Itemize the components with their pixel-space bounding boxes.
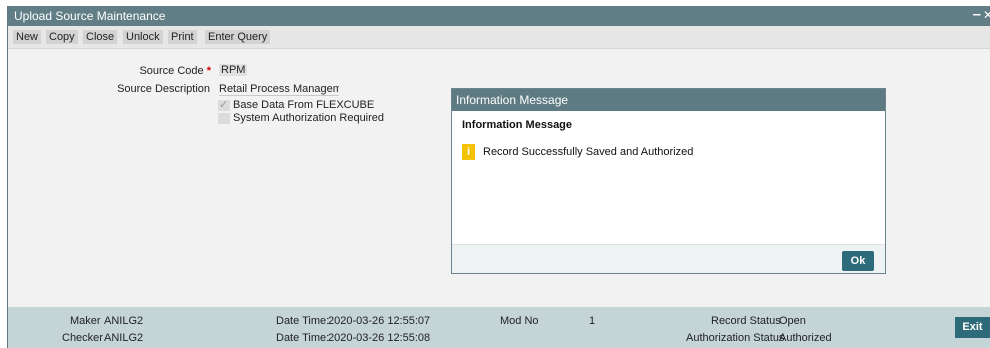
close-button[interactable]: Close [83, 30, 118, 44]
enter-query-button[interactable]: Enter Query [205, 30, 271, 44]
maker-datetime-value: 2020-03-26 12:55:07 [328, 315, 431, 327]
source-code-field[interactable]: RPM [219, 64, 248, 76]
checkmark-icon: ✓ [219, 99, 229, 111]
system-authorization-checkbox[interactable] [218, 113, 230, 124]
source-description-field[interactable]: Retail Process Management [219, 83, 339, 96]
ok-button[interactable]: Ok [842, 251, 874, 271]
exit-button[interactable]: Exit [955, 317, 990, 338]
copy-button[interactable]: Copy [46, 30, 78, 44]
base-data-label: Base Data From FLEXCUBE [233, 99, 375, 111]
mod-no-label: Mod No [500, 315, 539, 327]
window-title: Upload Source Maintenance [14, 9, 166, 23]
record-status-value: Open [779, 315, 806, 327]
audit-panel: Maker ANILG2 Checker ANILG2 Date Time: 2… [8, 307, 990, 348]
checker-label: Checker [62, 332, 103, 344]
dialog-message: Record Successfully Saved and Authorized [483, 146, 694, 158]
maker-datetime-label: Date Time: [276, 315, 330, 327]
system-authorization-label: System Authorization Required [233, 112, 385, 124]
close-window-icon[interactable]: ✕ [983, 8, 990, 22]
checker-datetime-label: Date Time: [276, 332, 330, 344]
dialog-heading: Information Message [462, 119, 573, 131]
checker-value: ANILG2 [104, 332, 144, 344]
checker-datetime-value: 2020-03-26 12:55:08 [328, 332, 431, 344]
print-button[interactable]: Print [168, 30, 197, 44]
toolbar: New Copy Close Unlock Print Enter Query [8, 26, 990, 49]
dialog-titlebar: Information Message [452, 89, 885, 111]
base-data-checkbox[interactable]: ✓ [218, 99, 230, 111]
unlock-button[interactable]: Unlock [123, 30, 163, 44]
mod-no-value: 1 [589, 315, 596, 327]
new-button[interactable]: New [13, 30, 42, 44]
maker-label: Maker [70, 315, 101, 327]
source-code-label: Source Code * [139, 65, 211, 77]
window-titlebar: Upload Source Maintenance – ✕ [8, 6, 990, 26]
record-status-label: Record Status [711, 315, 781, 327]
required-mark: * [206, 65, 211, 77]
info-icon: i [462, 144, 475, 160]
authorization-status-label: Authorization Status [686, 332, 785, 344]
source-description-label: Source Description [117, 83, 210, 95]
information-dialog: Information Message Information Message … [451, 88, 886, 274]
dialog-footer: Ok [452, 244, 885, 273]
minimize-icon[interactable]: – [973, 6, 981, 23]
maker-value: ANILG2 [104, 315, 144, 327]
dialog-title: Information Message [456, 93, 569, 107]
authorization-status-value: Authorized [779, 332, 832, 344]
